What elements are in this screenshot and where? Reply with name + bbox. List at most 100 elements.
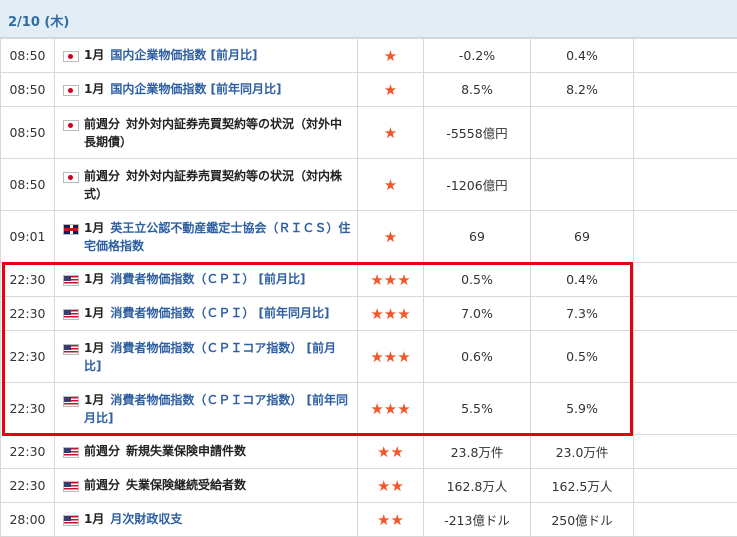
time-cell: 22:30 — [1, 263, 55, 297]
importance-stars-icon: ★★★ — [370, 271, 410, 289]
indicator-name: 失業保険継続受給者数 — [126, 478, 246, 492]
us-flag-icon — [63, 275, 79, 286]
importance-stars-icon: ★★★ — [370, 400, 410, 418]
importance-cell: ★ — [358, 39, 424, 73]
result-value — [634, 503, 737, 537]
previous-value: 162.8万人 — [424, 469, 531, 503]
importance-stars-icon: ★ — [384, 81, 397, 99]
period-label: 前週分 — [84, 444, 120, 458]
indicator-cell: 1月国内企業物価指数 [前月比] — [55, 39, 358, 73]
indicator-name[interactable]: 消費者物価指数（ＣＰＩ） [前月比] — [110, 272, 305, 286]
period-label: 前週分 — [84, 117, 120, 131]
forecast-value: 162.5万人 — [531, 469, 634, 503]
time-cell: 22:30 — [1, 331, 55, 383]
table-row: 22:301月消費者物価指数（ＣＰＩコア指数） [前年同月比] ★★★ 5.5%5.… — [1, 383, 737, 435]
result-value — [634, 263, 737, 297]
us-flag-icon — [63, 447, 79, 458]
indicator-cell: 1月消費者物価指数（ＣＰＩ） [前年同月比] — [55, 297, 358, 331]
period-label: 1月 — [84, 512, 104, 526]
importance-stars-icon: ★★ — [377, 443, 404, 461]
previous-value: 8.5% — [424, 73, 531, 107]
indicator-name[interactable]: 英王立公認不動産鑑定士協会（ＲＩＣＳ）住宅価格指数 — [84, 221, 350, 253]
period-label: 1月 — [84, 272, 104, 286]
importance-stars-icon: ★ — [384, 47, 397, 65]
table-row: 22:30 前週分失業保険継続受給者数 ★★ 162.8万人162.5万人 — [1, 469, 737, 503]
indicator-name[interactable]: 国内企業物価指数 [前年同月比] — [110, 82, 281, 96]
us-flag-icon — [63, 396, 79, 407]
previous-value: 0.5% — [424, 263, 531, 297]
importance-cell: ★ — [358, 159, 424, 211]
result-value — [634, 107, 737, 159]
date-header: 2/10 (木) — [0, 0, 737, 38]
table-row: 08:50前週分対外対内証券売買契約等の状況（対外中長期債）★-5558億円 — [1, 107, 737, 159]
table-row: 08:501月国内企業物価指数 [前年同月比]★8.5%8.2% — [1, 73, 737, 107]
period-label: 前週分 — [84, 478, 120, 492]
previous-value: -5558億円 — [424, 107, 531, 159]
result-value — [634, 211, 737, 263]
result-value — [634, 159, 737, 211]
calendar-table: 08:501月国内企業物価指数 [前月比]★-0.2%0.4%08:501月国内… — [0, 38, 737, 537]
importance-stars-icon: ★ — [384, 124, 397, 142]
time-cell: 22:30 — [1, 297, 55, 331]
table-row: 08:50前週分対外対内証券売買契約等の状況（対内株式）★-1206億円 — [1, 159, 737, 211]
importance-cell: ★★ — [358, 435, 424, 469]
table-row: 22:301月消費者物価指数（ＣＰＩ） [前年同月比]★★★7.0%7.3% — [1, 297, 737, 331]
indicator-name: 対外対内証券売買契約等の状況（対外中長期債） — [84, 117, 342, 149]
importance-cell: ★ — [358, 107, 424, 159]
indicator-cell: 1月消費者物価指数（ＣＰＩ） [前月比] — [55, 263, 358, 297]
forecast-value: 23.0万件 — [531, 435, 634, 469]
indicator-name: 新規失業保険申請件数 — [126, 444, 246, 458]
forecast-value: 69 — [531, 211, 634, 263]
indicator-cell: 1月消費者物価指数（ＣＰＩコア指数） [前年同月比] — [55, 383, 358, 435]
time-cell: 08:50 — [1, 73, 55, 107]
forecast-value: 8.2% — [531, 73, 634, 107]
importance-cell: ★★ — [358, 503, 424, 537]
table-row: 08:501月国内企業物価指数 [前月比]★-0.2%0.4% — [1, 39, 737, 73]
indicator-name: 対外対内証券売買契約等の状況（対内株式） — [84, 169, 342, 201]
result-value — [634, 469, 737, 503]
japan-flag-icon — [63, 120, 79, 131]
forecast-value: 250億ドル — [531, 503, 634, 537]
importance-cell: ★ — [358, 73, 424, 107]
japan-flag-icon — [63, 172, 79, 183]
time-cell: 28:00 — [1, 503, 55, 537]
indicator-name[interactable]: 消費者物価指数（ＣＰＩ） [前年同月比] — [110, 306, 329, 320]
importance-stars-icon: ★ — [384, 176, 397, 194]
period-label: 前週分 — [84, 169, 120, 183]
indicator-cell: 1月英王立公認不動産鑑定士協会（ＲＩＣＳ）住宅価格指数 — [55, 211, 358, 263]
indicator-cell: 前週分新規失業保険申請件数 — [55, 435, 358, 469]
previous-value: 5.5% — [424, 383, 531, 435]
table-row: 28:001月月次財政収支★★-213億ドル250億ドル — [1, 503, 737, 537]
result-value — [634, 383, 737, 435]
time-cell: 22:30 — [1, 435, 55, 469]
previous-value: -0.2% — [424, 39, 531, 73]
forecast-value: 0.5% — [531, 331, 634, 383]
importance-cell: ★★ — [358, 469, 424, 503]
result-value — [634, 331, 737, 383]
importance-stars-icon: ★★ — [377, 477, 404, 495]
result-value — [634, 435, 737, 469]
time-cell: 09:01 — [1, 211, 55, 263]
table-row: 22:301月消費者物価指数（ＣＰＩコア指数） [前月比]★★★0.6%0.5% — [1, 331, 737, 383]
indicator-cell: 1月消費者物価指数（ＣＰＩコア指数） [前月比] — [55, 331, 358, 383]
indicator-name[interactable]: 国内企業物価指数 [前月比] — [110, 48, 257, 62]
time-cell: 08:50 — [1, 107, 55, 159]
indicator-name[interactable]: 消費者物価指数（ＣＰＩコア指数） [前年同月比] — [84, 393, 348, 425]
table-row: 22:301月消費者物価指数（ＣＰＩ） [前月比]★★★0.5%0.4% — [1, 263, 737, 297]
us-flag-icon — [63, 515, 79, 526]
us-flag-icon — [63, 344, 79, 355]
forecast-value: 7.3% — [531, 297, 634, 331]
indicator-cell: 前週分対外対内証券売買契約等の状況（対外中長期債） — [55, 107, 358, 159]
importance-cell: ★ — [358, 211, 424, 263]
uk-flag-icon — [63, 224, 79, 235]
indicator-name[interactable]: 月次財政収支 — [110, 512, 182, 526]
forecast-value: 5.9% — [531, 383, 634, 435]
importance-stars-icon: ★★ — [377, 511, 404, 529]
result-value — [634, 39, 737, 73]
time-cell: 22:30 — [1, 469, 55, 503]
time-cell: 22:30 — [1, 383, 55, 435]
indicator-name[interactable]: 消費者物価指数（ＣＰＩコア指数） [前月比] — [84, 341, 336, 373]
forecast-value — [531, 159, 634, 211]
japan-flag-icon — [63, 51, 79, 62]
importance-cell: ★★★ — [358, 263, 424, 297]
